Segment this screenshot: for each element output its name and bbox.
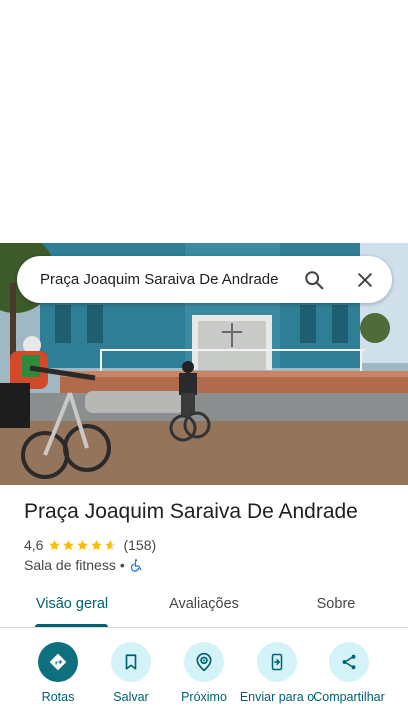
place-title: Praça Joaquim Saraiva De Andrade: [24, 500, 358, 523]
bookmark-icon: [125, 654, 137, 670]
active-tab-indicator: [35, 624, 108, 627]
wheelchair-icon: [130, 559, 142, 572]
star-icon: [105, 539, 117, 550]
tab-about[interactable]: Sobre: [296, 586, 376, 627]
save-circle: [111, 642, 151, 682]
share-circle: [329, 642, 369, 682]
place-category: Sala de fitness: [24, 557, 116, 573]
category-row: Sala de fitness •: [24, 556, 143, 574]
directions-label: Rotas: [41, 690, 75, 704]
nearby-button[interactable]: Próximo: [164, 640, 244, 704]
map-blank-area: [0, 0, 408, 243]
directions-icon: [49, 653, 67, 671]
send-to-phone-button[interactable]: Enviar para o: [237, 640, 317, 704]
star-icon: [63, 539, 75, 550]
search-bar[interactable]: Praça Joaquim Saraiva De Andrade: [17, 256, 392, 303]
place-tabs: Visão geral Avaliações Sobre: [0, 586, 408, 628]
review-count: (158): [123, 537, 157, 553]
star-icon: [91, 539, 103, 550]
nearby-label: Próximo: [181, 690, 227, 704]
rating-row[interactable]: 4,6 (158): [24, 536, 156, 554]
share-button[interactable]: Compartilhar: [309, 640, 389, 704]
share-icon: [342, 654, 356, 670]
nearby-circle: [184, 642, 224, 682]
rating-stars: [48, 539, 118, 552]
close-icon: [358, 273, 372, 287]
star-icon: [49, 539, 61, 550]
tab-reviews[interactable]: Avaliações: [154, 586, 254, 627]
nearby-icon: [196, 652, 212, 672]
send-to-phone-icon: [271, 653, 283, 671]
clear-search-button[interactable]: [348, 263, 382, 297]
search-icon: [305, 271, 324, 290]
save-button[interactable]: Salvar: [91, 640, 171, 704]
directions-circle: [38, 642, 78, 682]
search-button[interactable]: [297, 263, 331, 297]
directions-button[interactable]: Rotas: [18, 640, 98, 704]
rating-value: 4,6: [24, 537, 44, 553]
send-to-phone-label: Enviar para o: [239, 690, 315, 704]
send-to-phone-circle: [257, 642, 297, 682]
save-label: Salvar: [113, 690, 149, 704]
tab-overview[interactable]: Visão geral: [22, 586, 122, 627]
action-buttons: Rotas Salvar Próximo Enviar para o Compa…: [0, 640, 408, 726]
share-label: Compartilhar: [313, 690, 385, 704]
separator-dot: •: [119, 557, 125, 573]
search-query[interactable]: Praça Joaquim Saraiva De Andrade: [40, 256, 295, 303]
star-icon: [77, 539, 89, 550]
